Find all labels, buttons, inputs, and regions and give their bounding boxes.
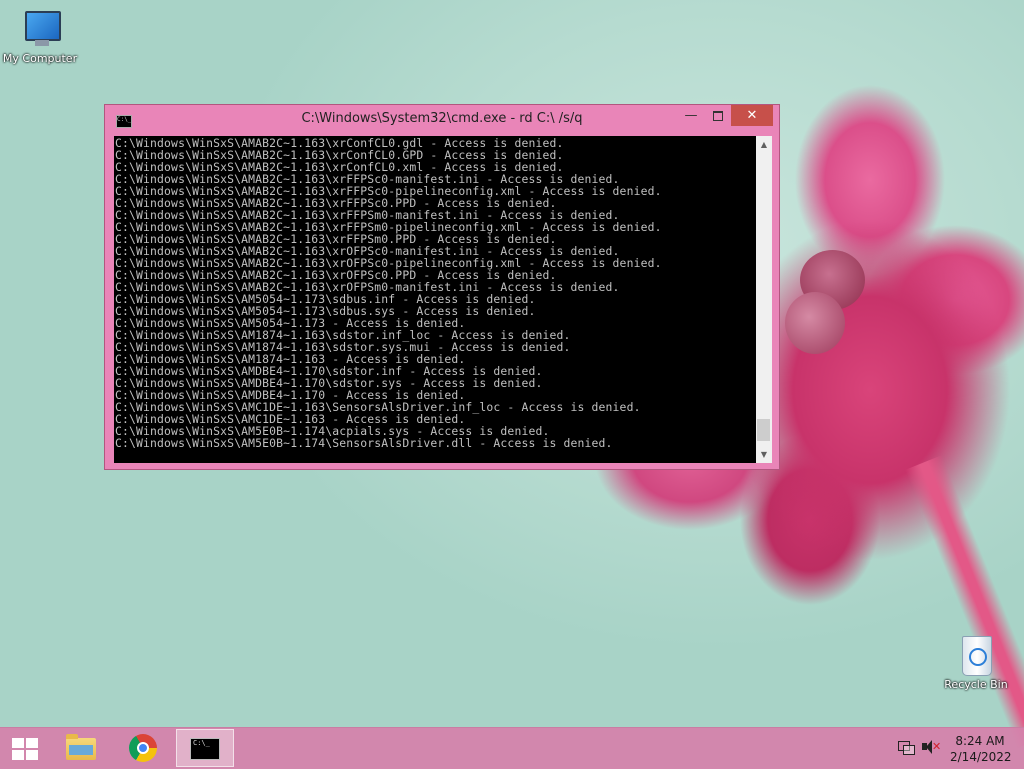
console-output[interactable]: C:\Windows\WinSxS\AMAB2C~1.163\xrConfCL0… — [114, 136, 756, 463]
desktop-icon-recycle-bin[interactable]: Recycle Bin — [938, 630, 1014, 691]
cmd-icon: C:\_ — [190, 738, 220, 760]
minimize-button[interactable]: — — [677, 105, 705, 126]
volume-muted-icon[interactable]: ✕ — [922, 740, 942, 754]
clock-time: 8:24 AM — [955, 734, 1005, 748]
scrollbar-thumb[interactable] — [757, 419, 770, 441]
scroll-down-button[interactable]: ▼ — [756, 446, 772, 463]
maximize-button[interactable] — [705, 105, 731, 126]
network-icon[interactable] — [898, 740, 915, 755]
console-line: C:\Windows\WinSxS\AM5E0B~1.174\SensorsAl… — [115, 436, 613, 450]
system-clock[interactable]: 8:24 AM 2/14/2022 — [950, 733, 1012, 765]
desktop-icon-label: My Computer — [2, 52, 78, 65]
windows-logo-icon — [12, 738, 38, 760]
wallpaper-stem — [905, 455, 1024, 749]
desktop-icon-my-computer[interactable]: My Computer — [0, 8, 80, 65]
recycle-bin-icon — [958, 630, 994, 676]
vertical-scrollbar[interactable]: ▲ ▼ — [756, 136, 772, 463]
console-text: C:\Windows\WinSxS\AMAB2C~1.163\xrConfCL0… — [114, 136, 756, 449]
desktop-icon-label: Recycle Bin — [944, 678, 1008, 691]
folder-icon-detail — [69, 745, 93, 755]
computer-icon — [17, 8, 63, 50]
start-button[interactable] — [0, 728, 48, 769]
wallpaper-berry — [785, 292, 845, 354]
clock-date: 2/14/2022 — [950, 750, 1012, 764]
cmd-window[interactable]: C:\_ C:\Windows\System32\cmd.exe - rd C:… — [104, 104, 780, 470]
taskbar-command-prompt[interactable]: C:\_ — [176, 729, 234, 767]
window-titlebar[interactable]: C:\_ C:\Windows\System32\cmd.exe - rd C:… — [105, 105, 779, 136]
taskbar-chrome[interactable] — [114, 729, 172, 767]
mute-mark: ✕ — [932, 740, 942, 753]
taskbar-file-explorer[interactable] — [52, 729, 110, 767]
scroll-up-button[interactable]: ▲ — [756, 136, 772, 153]
close-button[interactable]: ✕ — [731, 105, 773, 126]
chrome-icon — [129, 734, 157, 762]
maximize-icon — [713, 110, 723, 121]
taskbar: C:\_ ✕ 8:24 AM 2/14/2022 — [0, 727, 1024, 769]
